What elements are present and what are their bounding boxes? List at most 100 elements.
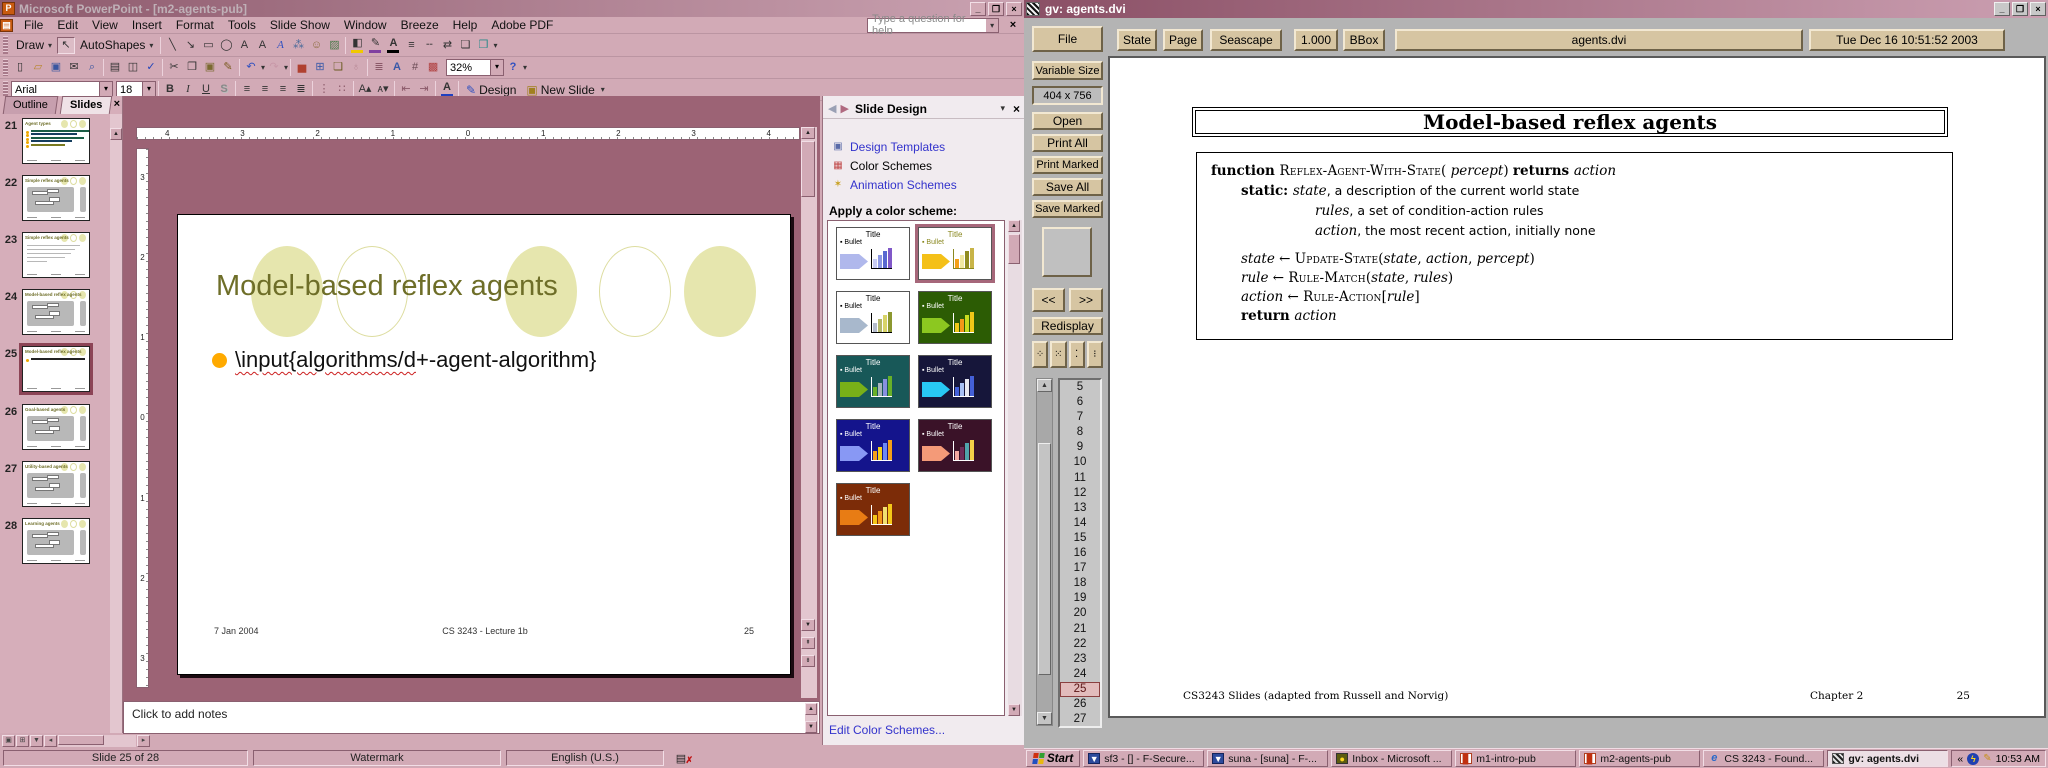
line-style-icon[interactable]: ≡ xyxy=(402,37,420,54)
previous-slide-icon[interactable]: ⇞ xyxy=(801,637,815,649)
scrollbar-thumb[interactable] xyxy=(58,735,104,745)
tab-slides[interactable]: Slides xyxy=(60,96,113,114)
hscroll-right-icon[interactable]: ▸ xyxy=(137,735,150,747)
slide-canvas[interactable]: Model-based reflex agents \input{algorit… xyxy=(177,214,791,675)
taskbar-suna-suna-f[interactable]: ▼suna - [suna] - F-... xyxy=(1207,750,1328,767)
start-button[interactable]: Start xyxy=(1026,750,1080,767)
taskbar-m2-agents-pub[interactable]: ▊m2-agents-pub xyxy=(1579,750,1700,767)
notes-scrollbar[interactable]: ▲ ▼ xyxy=(805,703,818,733)
edit-color-schemes-link[interactable]: Edit Color Schemes... xyxy=(829,723,945,737)
toolbar-grip[interactable] xyxy=(3,59,8,76)
slide-title[interactable]: Model-based reflex agents xyxy=(216,270,558,303)
color-scheme-1[interactable]: Title▪ Bullet xyxy=(836,227,910,280)
menu-edit[interactable]: Edit xyxy=(50,17,85,33)
status-template[interactable]: Watermark xyxy=(253,750,501,766)
scroll-down-icon[interactable]: ▼ xyxy=(801,619,815,631)
restore-button[interactable]: ❐ xyxy=(2012,2,2028,16)
line-color-icon[interactable]: ✎ xyxy=(366,37,384,54)
zoom-dropdown-icon[interactable]: ▾ xyxy=(490,60,503,75)
scroll-up-icon[interactable]: ▲ xyxy=(801,127,815,139)
menu-slide-show[interactable]: Slide Show xyxy=(263,17,337,33)
redo-icon[interactable]: ↷ xyxy=(265,59,283,76)
thumbnail-image[interactable]: Learning agents xyxy=(22,518,90,564)
mark-even-icon[interactable]: ⁙ xyxy=(1050,341,1066,368)
gv-orientation-button[interactable]: Seascape xyxy=(1210,29,1282,51)
toolbar-options-icon[interactable]: ▾ xyxy=(523,63,527,72)
color-scheme-6[interactable]: Title▪ Bullet xyxy=(918,355,992,408)
slide-thumbnail-27[interactable]: 27Utility-based agents xyxy=(0,461,110,507)
gv-document-view[interactable]: Model-based reflex agents function Refle… xyxy=(1108,56,2046,718)
gv-print-marked-button[interactable]: Print Marked xyxy=(1032,156,1103,174)
toolbar-grip[interactable] xyxy=(3,36,8,54)
forward-icon[interactable]: ▶ xyxy=(840,102,848,115)
slide-thumbnail-24[interactable]: 24Model-based reflex agents xyxy=(0,289,110,335)
font-scale-icon[interactable]: A xyxy=(388,59,406,76)
gv-page-19[interactable]: 19 xyxy=(1060,591,1100,606)
taskbar-sf3-f-secure[interactable]: ▼sf3 - [] - F-Secure... xyxy=(1083,750,1204,767)
gv-page-21[interactable]: 21 xyxy=(1060,622,1100,637)
color-scheme-4[interactable]: Title▪ Bullet xyxy=(918,291,992,344)
insert-chart-icon[interactable]: ▅ xyxy=(293,59,311,76)
scroll-up-icon[interactable]: ▲ xyxy=(805,703,817,715)
menu-format[interactable]: Format xyxy=(169,17,221,33)
taskbar-gv-agents-dvi[interactable]: gv: agents.dvi xyxy=(1827,750,1948,767)
gv-page-8[interactable]: 8 xyxy=(1060,425,1100,440)
spelling-status-icon[interactable]: ▤ ✗ xyxy=(669,750,693,766)
thumbnail-image[interactable]: Simple reflex agents xyxy=(22,232,90,278)
slide-thumbnail-26[interactable]: 26Goal-based agents xyxy=(0,404,110,450)
gv-save-all-button[interactable]: Save All xyxy=(1032,178,1103,196)
gv-bbox-button[interactable]: BBox xyxy=(1343,29,1385,51)
shadow-style-icon[interactable]: ❏ xyxy=(456,37,474,54)
vertical-scrollbar[interactable]: ▲ ▼ ⇞ ⇟ xyxy=(801,127,817,698)
diagram-icon[interactable]: ⁂ xyxy=(289,37,307,54)
question-box[interactable]: Type a question for help ▾ xyxy=(867,18,999,33)
slide-thumbnail-22[interactable]: 22Simple reflex agents xyxy=(0,175,110,221)
gv-page-5[interactable]: 5 xyxy=(1060,380,1100,395)
web-icon[interactable]: ♁ xyxy=(347,59,365,76)
slide-thumbnail-28[interactable]: 28Learning agents xyxy=(0,518,110,564)
thumbnail-image[interactable]: Simple reflex agents xyxy=(22,175,90,221)
gv-page-24[interactable]: 24 xyxy=(1060,667,1100,682)
thumbnail-image[interactable]: Goal-based agents xyxy=(22,404,90,450)
scroll-down-icon[interactable]: ▼ xyxy=(805,721,817,733)
print-icon[interactable]: ▤ xyxy=(106,59,124,76)
next-slide-icon[interactable]: ⇟ xyxy=(801,655,815,667)
copy-icon[interactable]: ❐ xyxy=(183,59,201,76)
format-painter-icon[interactable]: ✎ xyxy=(219,59,237,76)
document-close-button[interactable]: × xyxy=(1005,18,1021,33)
status-language[interactable]: English (U.S.) xyxy=(506,750,664,766)
arrow-icon[interactable]: ↘ xyxy=(181,37,199,54)
scrollbar-thumb[interactable] xyxy=(1038,443,1051,675)
color-scheme-5[interactable]: Title▪ Bullet xyxy=(836,355,910,408)
powerpoint-titlebar[interactable]: P Microsoft PowerPoint - [m2-agents-pub]… xyxy=(0,0,1024,17)
taskbar-inbox-microsoft[interactable]: ●Inbox - Microsoft ... xyxy=(1331,750,1452,767)
panel-close-icon[interactable]: × xyxy=(114,98,120,110)
new-document-icon[interactable]: ▯ xyxy=(11,59,29,76)
font-color-icon[interactable]: A xyxy=(384,37,402,54)
menu-tools[interactable]: Tools xyxy=(221,17,263,33)
mark-odd-icon[interactable]: ⁚ xyxy=(1069,341,1085,368)
insert-picture-icon[interactable]: ▨ xyxy=(325,37,343,54)
vertical-ruler[interactable]: 3210123 xyxy=(136,148,149,688)
select-arrow-icon[interactable]: ↖ xyxy=(57,37,75,54)
thumbnail-image[interactable]: Utility-based agents xyxy=(22,461,90,507)
gv-page-12[interactable]: 12 xyxy=(1060,486,1100,501)
toolbar-options-icon[interactable]: ▾ xyxy=(493,41,497,50)
vertical-text-box-icon[interactable]: A xyxy=(253,37,271,54)
draw-menu-button[interactable]: Draw▾ xyxy=(11,36,57,55)
gv-page-15[interactable]: 15 xyxy=(1060,531,1100,546)
close-button[interactable]: × xyxy=(2030,2,2046,16)
gv-page-18[interactable]: 18 xyxy=(1060,576,1100,591)
gv-page-22[interactable]: 22 xyxy=(1060,637,1100,652)
gv-open-button[interactable]: Open xyxy=(1032,112,1103,130)
menu-view[interactable]: View xyxy=(85,17,125,33)
clipart-icon[interactable]: ☺ xyxy=(307,37,325,54)
tray-chevron-icon[interactable]: « xyxy=(1957,753,1963,765)
autoshapes-menu-button[interactable]: AutoShapes▾ xyxy=(75,36,158,55)
cut-icon[interactable]: ✂ xyxy=(165,59,183,76)
menu-breeze[interactable]: Breeze xyxy=(394,17,446,33)
slide-thumbnail-23[interactable]: 23Simple reflex agents xyxy=(0,232,110,278)
mark-all-icon[interactable]: ⁘ xyxy=(1032,341,1048,368)
color-schemes-toolbar-icon[interactable]: ▩ xyxy=(424,59,442,76)
scroll-down-icon[interactable]: ▼ xyxy=(1037,712,1052,725)
